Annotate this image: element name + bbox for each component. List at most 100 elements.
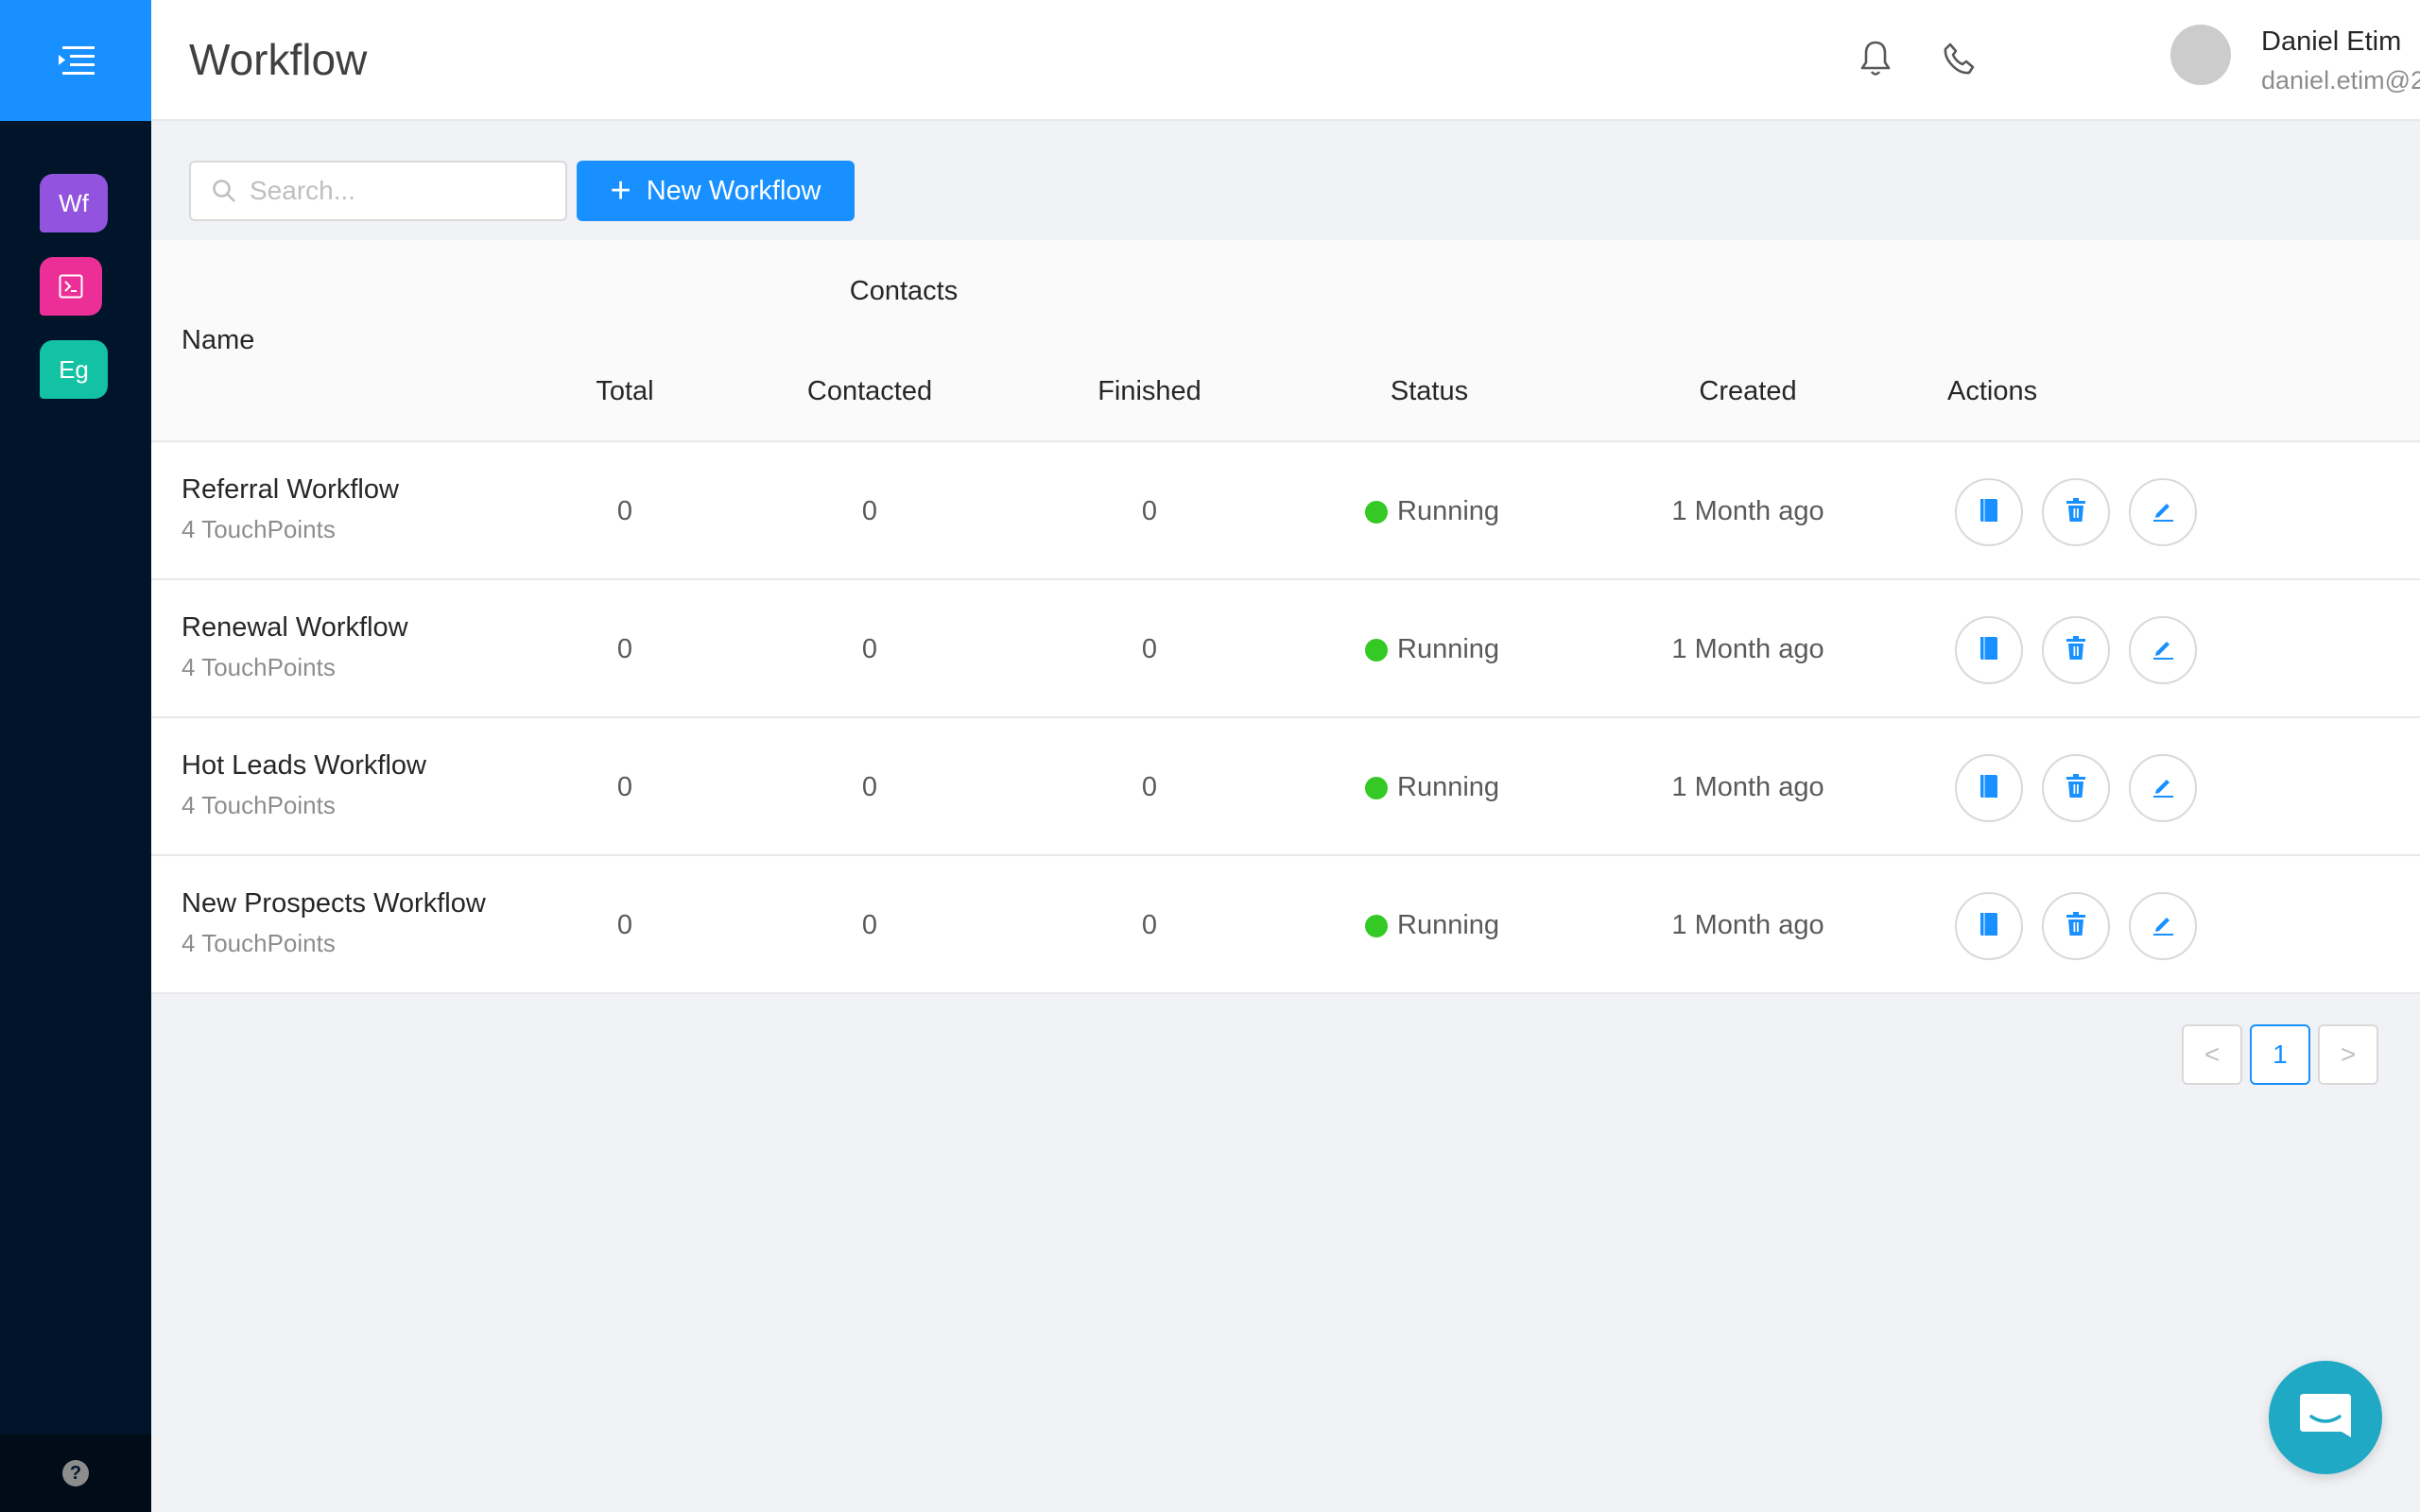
app-workflow-label: Wf: [59, 188, 89, 217]
next-label: >: [2340, 1040, 2357, 1069]
search-icon: [213, 180, 235, 202]
terminal-icon: [59, 274, 83, 299]
status-dot-icon: [1365, 776, 1388, 799]
workflow-touchpoints: 4 TouchPoints: [182, 653, 336, 681]
table-row[interactable]: Hot Leads Workflow 4 TouchPoints 0 0 0 R…: [151, 718, 2420, 856]
user-name: Daniel Etim: [2261, 26, 2402, 57]
column-header-name[interactable]: Name: [182, 325, 254, 356]
column-header-actions: Actions: [1947, 376, 2038, 406]
workflow-name[interactable]: Referral Workflow: [182, 474, 399, 506]
status-dot-icon: [1365, 638, 1388, 662]
book-icon: [1979, 911, 1999, 942]
edit-icon: [2151, 498, 2175, 527]
status-label: Running: [1397, 634, 1500, 664]
notifications-button[interactable]: [1855, 38, 1896, 79]
pagination-page-1[interactable]: 1: [2250, 1024, 2310, 1085]
workflow-name[interactable]: Renewal Workflow: [182, 612, 408, 644]
search-input[interactable]: [250, 176, 552, 206]
book-icon: [1979, 773, 1999, 804]
column-header-contacted[interactable]: Contacted: [807, 376, 932, 407]
trash-icon: [2066, 497, 2086, 527]
edit-button[interactable]: [2129, 754, 2197, 822]
book-icon: [1979, 497, 1999, 528]
workflow-name-cell: Renewal Workflow 4 TouchPoints: [182, 612, 408, 682]
status-label: Running: [1397, 910, 1500, 940]
table-row[interactable]: Renewal Workflow 4 TouchPoints 0 0 0 Run…: [151, 580, 2420, 718]
status-label: Running: [1397, 772, 1500, 802]
workflow-touchpoints: 4 TouchPoints: [182, 791, 336, 819]
workflow-touchpoints: 4 TouchPoints: [182, 929, 336, 957]
plus-icon: +: [610, 171, 631, 211]
created-date: 1 Month ago: [1671, 634, 1824, 664]
finished-count: 0: [1141, 910, 1158, 940]
trash-icon: [2066, 911, 2086, 941]
status-dot-icon: [1365, 500, 1388, 524]
new-workflow-label: New Workflow: [646, 175, 821, 206]
column-header-total[interactable]: Total: [596, 376, 653, 407]
view-button[interactable]: [1955, 892, 2023, 960]
table-header: Name Contacts Total Contacted Finished S…: [151, 240, 2420, 442]
pagination-next-button[interactable]: >: [2318, 1024, 2378, 1085]
edit-icon: [2151, 774, 2175, 803]
user-email: daniel.etim@20miles.us: [2261, 66, 2420, 94]
edit-button[interactable]: [2129, 892, 2197, 960]
trash-icon: [2066, 773, 2086, 803]
status-badge: Running: [1365, 496, 1499, 527]
sidebar-footer: ?: [0, 1435, 151, 1512]
trash-icon: [2066, 635, 2086, 665]
edit-button[interactable]: [2129, 616, 2197, 684]
finished-count: 0: [1141, 772, 1158, 802]
edit-button[interactable]: [2129, 478, 2197, 546]
menu-fold-icon: [59, 46, 95, 75]
menu-toggle-button[interactable]: [0, 0, 151, 121]
help-label: ?: [69, 1462, 82, 1484]
app-terminal-button[interactable]: [40, 257, 102, 316]
app-eg-button[interactable]: Eg: [40, 340, 108, 399]
edit-icon: [2151, 912, 2175, 941]
column-header-status[interactable]: Status: [1391, 376, 1468, 407]
delete-button[interactable]: [2042, 616, 2110, 684]
avatar[interactable]: [2170, 25, 2231, 85]
status-label: Running: [1397, 496, 1500, 526]
workflow-name-cell: Hot Leads Workflow 4 TouchPoints: [182, 750, 426, 820]
column-header-created[interactable]: Created: [1699, 376, 1796, 407]
created-date: 1 Month ago: [1671, 772, 1824, 802]
delete-button[interactable]: [2042, 754, 2110, 822]
column-header-finished[interactable]: Finished: [1098, 376, 1201, 407]
search-box[interactable]: [189, 161, 567, 221]
app-eg-label: Eg: [59, 354, 89, 384]
workflow-name-cell: New Prospects Workflow 4 TouchPoints: [182, 888, 486, 958]
edit-icon: [2151, 636, 2175, 665]
header: Workflow Daniel Etim daniel.etim@20miles…: [151, 0, 2420, 121]
view-button[interactable]: [1955, 616, 2023, 684]
app-workflow-button[interactable]: Wf: [40, 174, 108, 232]
finished-count: 0: [1141, 496, 1158, 526]
delete-button[interactable]: [2042, 478, 2110, 546]
table-row[interactable]: Referral Workflow 4 TouchPoints 0 0 0 Ru…: [151, 442, 2420, 580]
workflow-name[interactable]: New Prospects Workflow: [182, 888, 486, 919]
column-group-contacts: Contacts: [849, 276, 959, 306]
table-row[interactable]: New Prospects Workflow 4 TouchPoints 0 0…: [151, 856, 2420, 994]
new-workflow-button[interactable]: + New Workflow: [577, 161, 855, 221]
phone-button[interactable]: [1938, 38, 1979, 79]
view-button[interactable]: [1955, 754, 2023, 822]
workflow-name[interactable]: Hot Leads Workflow: [182, 750, 426, 782]
status-dot-icon: [1365, 914, 1388, 937]
contacted-count: 0: [861, 910, 878, 940]
sidebar: Wf Eg ?: [0, 0, 151, 1512]
chat-widget-button[interactable]: [2269, 1361, 2382, 1474]
total-count: 0: [616, 496, 633, 526]
view-button[interactable]: [1955, 478, 2023, 546]
pagination-prev-button[interactable]: <: [2182, 1024, 2242, 1085]
total-count: 0: [616, 910, 633, 940]
page-title: Workflow: [189, 35, 368, 84]
total-count: 0: [616, 772, 633, 802]
prev-label: <: [2204, 1040, 2221, 1069]
status-badge: Running: [1365, 772, 1499, 803]
created-date: 1 Month ago: [1671, 910, 1824, 940]
delete-button[interactable]: [2042, 892, 2110, 960]
help-icon[interactable]: ?: [62, 1460, 89, 1486]
workflow-name-cell: Referral Workflow 4 TouchPoints: [182, 474, 399, 544]
bell-icon: [1860, 41, 1891, 76]
page-number: 1: [2273, 1040, 2288, 1069]
